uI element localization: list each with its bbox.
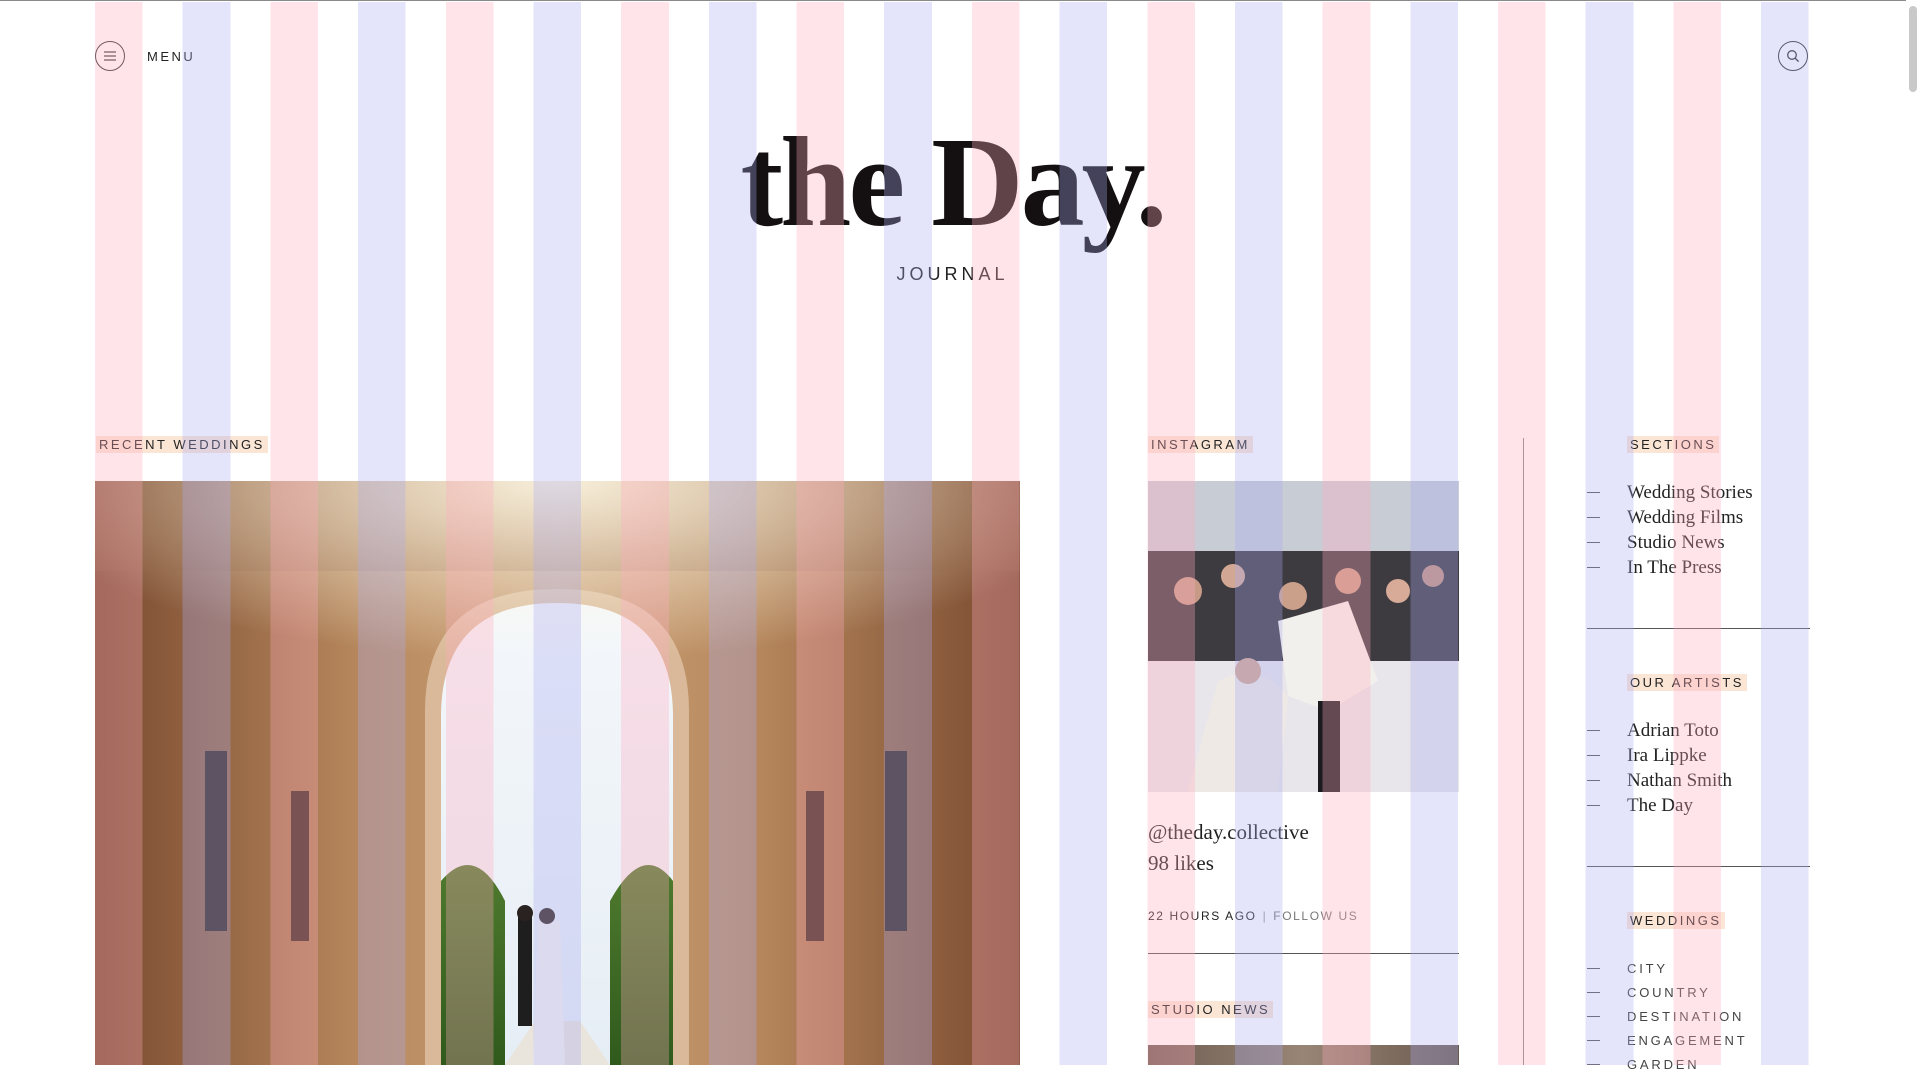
sidebar-item-label: In The Press — [1627, 556, 1722, 578]
sidebar-divider-1 — [1587, 628, 1810, 629]
sidebar-item-in-the-press[interactable]: In The Press — [1587, 555, 1753, 580]
sidebar-item-nathan-smith[interactable]: Nathan Smith — [1587, 768, 1732, 793]
dash-bullet — [1587, 1063, 1600, 1065]
sidebar-item-engagement[interactable]: ENGAGEMENT — [1587, 1028, 1747, 1052]
weddings-label: WEDDINGS — [1627, 912, 1725, 929]
instagram-handle[interactable]: @theday.collective — [1148, 820, 1309, 845]
sidebar-divider-2 — [1587, 866, 1810, 867]
sidebar-item-label: Nathan Smith — [1627, 769, 1733, 791]
instagram-meta: 22 HOURS AGO | FOLLOW US — [1148, 909, 1358, 923]
sections-list: Wedding Stories Wedding Films Studio New… — [1587, 480, 1753, 580]
dash-bullet — [1587, 517, 1600, 518]
sidebar-item-label: Adrian Toto — [1627, 719, 1719, 741]
sidebar-item-label: CITY — [1627, 960, 1668, 976]
sidebar-item-garden[interactable]: GARDEN — [1587, 1052, 1747, 1076]
sidebar-item-country[interactable]: COUNTRY — [1587, 980, 1747, 1004]
sidebar-item-wedding-films[interactable]: Wedding Films — [1587, 505, 1753, 530]
instagram-time: 22 HOURS AGO — [1148, 909, 1257, 923]
dash-bullet — [1587, 805, 1600, 806]
studio-news-image[interactable] — [1148, 1045, 1459, 1065]
studio-news-label: STUDIO NEWS — [1148, 1001, 1274, 1018]
page-scrollbar[interactable] — [1906, 0, 1920, 1065]
site-logo[interactable]: the Day. — [0, 118, 1905, 246]
dash-bullet — [1587, 567, 1600, 568]
dash-bullet — [1587, 1039, 1600, 1041]
instagram-label: INSTAGRAM — [1148, 436, 1253, 453]
search-button[interactable] — [1778, 41, 1808, 71]
sidebar-item-city[interactable]: CITY — [1587, 956, 1747, 980]
dash-bullet — [1587, 967, 1600, 969]
follow-us-link[interactable]: FOLLOW US — [1273, 909, 1358, 923]
dash-bullet — [1587, 780, 1600, 781]
instagram-post-image[interactable] — [1148, 481, 1459, 792]
featured-wedding-image[interactable] — [95, 481, 1020, 1065]
sections-label: SECTIONS — [1627, 436, 1720, 453]
menu-button[interactable]: MENU — [95, 41, 195, 71]
sidebar-item-label: DESTINATION — [1627, 1008, 1745, 1024]
recent-weddings-label: RECENT WEDDINGS — [96, 436, 268, 453]
dash-bullet — [1587, 991, 1600, 993]
meta-separator: | — [1262, 909, 1268, 923]
sidebar-item-adrian-toto[interactable]: Adrian Toto — [1587, 718, 1732, 743]
sidebar-item-label: COUNTRY — [1627, 984, 1711, 1000]
sidebar-item-label: GARDEN — [1627, 1056, 1700, 1072]
sidebar-item-label: Wedding Stories — [1627, 481, 1753, 503]
sidebar-item-wedding-stories[interactable]: Wedding Stories — [1587, 480, 1753, 505]
sidebar-item-studio-news[interactable]: Studio News — [1587, 530, 1753, 555]
artists-list: Adrian Toto Ira Lippke Nathan Smith The … — [1587, 718, 1732, 818]
dash-bullet — [1587, 542, 1600, 543]
search-icon — [1778, 41, 1808, 71]
dash-bullet — [1587, 755, 1600, 756]
sidebar-item-the-day[interactable]: The Day — [1587, 793, 1732, 818]
dash-bullet — [1587, 492, 1600, 493]
dash-bullet — [1587, 1015, 1600, 1017]
our-artists-label: OUR ARTISTS — [1627, 674, 1747, 691]
column-divider — [1523, 438, 1524, 1065]
sidebar-item-destination[interactable]: DESTINATION — [1587, 1004, 1747, 1028]
instagram-likes: 98 likes — [1148, 851, 1214, 875]
weddings-list: CITY COUNTRY DESTINATION ENGAGEMENT GARD… — [1587, 956, 1747, 1076]
menu-label: MENU — [147, 48, 196, 64]
dash-bullet — [1587, 730, 1600, 731]
sidebar-item-label: Wedding Films — [1627, 506, 1744, 528]
sidebar-item-ira-lippke[interactable]: Ira Lippke — [1587, 743, 1732, 768]
browser-top-border — [0, 0, 1920, 1]
hamburger-icon — [95, 41, 125, 71]
sidebar-item-label: ENGAGEMENT — [1627, 1032, 1748, 1048]
sidebar-item-label: Studio News — [1627, 531, 1725, 553]
site-subtitle: JOURNAL — [896, 264, 1009, 284]
instagram-divider — [1148, 953, 1459, 954]
sidebar-item-label: The Day — [1627, 794, 1693, 816]
scrollbar-thumb[interactable] — [1909, 6, 1917, 92]
sidebar-item-label: Ira Lippke — [1627, 744, 1707, 766]
